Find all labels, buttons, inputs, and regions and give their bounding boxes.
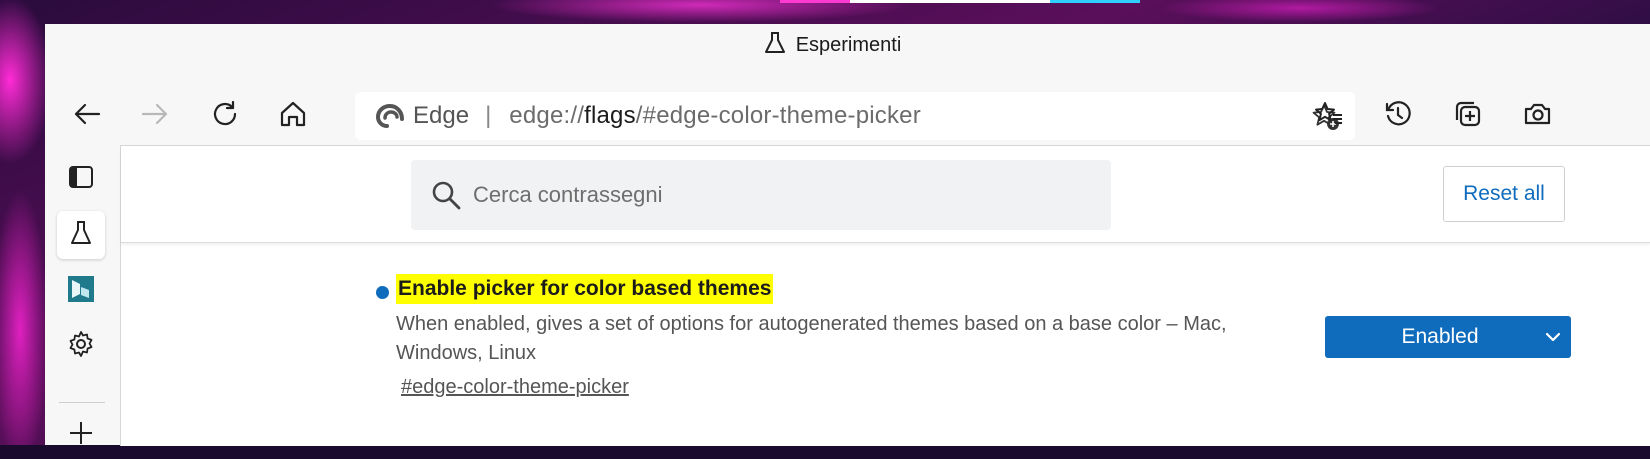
sidebar-item-bing[interactable] bbox=[57, 267, 105, 315]
modified-indicator-dot bbox=[376, 286, 389, 299]
refresh-icon bbox=[211, 100, 239, 133]
address-separator: | bbox=[485, 102, 492, 129]
history-icon bbox=[1384, 100, 1412, 133]
sidebar-item-settings[interactable] bbox=[57, 322, 105, 370]
flags-header: Reset all bbox=[121, 146, 1650, 243]
refresh-button[interactable] bbox=[203, 94, 247, 138]
edge-logo-icon bbox=[375, 101, 405, 131]
sidebar-item-experiments[interactable] bbox=[57, 211, 105, 259]
window-title: Esperimenti bbox=[764, 31, 902, 60]
forward-arrow-icon bbox=[141, 102, 169, 131]
favorites-icon bbox=[1314, 100, 1344, 133]
flask-icon bbox=[70, 220, 92, 251]
flag-permalink[interactable]: #edge-color-theme-picker bbox=[401, 376, 629, 399]
window-title-text: Esperimenti bbox=[795, 33, 902, 56]
collections-icon bbox=[1453, 100, 1483, 133]
flags-page: Reset all Enable picker for color based … bbox=[120, 145, 1650, 446]
address-bar[interactable]: Edge | edge://flags/#edge-color-theme-pi… bbox=[355, 92, 1355, 140]
back-arrow-icon bbox=[73, 102, 101, 131]
sidebar bbox=[45, 145, 120, 445]
home-icon bbox=[279, 100, 307, 133]
title-bar: Esperimenti bbox=[45, 24, 1650, 66]
back-button[interactable] bbox=[65, 94, 109, 138]
web-capture-icon bbox=[1522, 100, 1552, 133]
sidebar-divider bbox=[59, 402, 105, 403]
wallpaper-stripe bbox=[1050, 0, 1140, 3]
flask-icon bbox=[764, 31, 786, 60]
wallpaper-stripe bbox=[780, 0, 850, 3]
forward-button[interactable] bbox=[133, 94, 177, 138]
collections-button[interactable] bbox=[1446, 94, 1490, 138]
flag-entry: Enable picker for color based themes Whe… bbox=[121, 272, 1650, 442]
browser-toolbar: Edge | edge://flags/#edge-color-theme-pi… bbox=[45, 92, 1650, 144]
reset-all-button[interactable]: Reset all bbox=[1443, 166, 1565, 222]
search-input[interactable] bbox=[471, 181, 1075, 209]
flag-title: Enable picker for color based themes bbox=[396, 274, 774, 304]
history-button[interactable] bbox=[1376, 94, 1420, 138]
flag-state-value: Enabled bbox=[1401, 325, 1479, 348]
web-capture-button[interactable] bbox=[1515, 94, 1559, 138]
url-path: /#edge-color-theme-picker bbox=[635, 102, 921, 129]
plus-icon bbox=[68, 420, 94, 451]
search-icon bbox=[431, 180, 461, 210]
vertical-tabs-icon bbox=[68, 165, 94, 194]
sidebar-item-vertical-tabs[interactable] bbox=[57, 155, 105, 203]
favorites-button[interactable] bbox=[1307, 94, 1351, 138]
flag-state-select[interactable]: Enabled bbox=[1325, 316, 1571, 358]
home-button[interactable] bbox=[271, 94, 315, 138]
sidebar-add-button[interactable] bbox=[57, 411, 105, 459]
browser-window: Esperimenti Edge | edge://flags/#edge-co… bbox=[45, 24, 1650, 446]
flag-description: When enabled, gives a set of options for… bbox=[396, 313, 1227, 364]
chevron-down-icon bbox=[1535, 332, 1571, 342]
site-identity-label: Edge bbox=[413, 102, 470, 129]
bing-icon bbox=[67, 275, 95, 308]
search-box[interactable] bbox=[411, 160, 1111, 230]
gear-icon bbox=[67, 330, 95, 363]
url-text: edge://flags/#edge-color-theme-picker bbox=[509, 102, 921, 130]
url-host: flags bbox=[584, 102, 636, 129]
url-scheme: edge:// bbox=[509, 102, 585, 129]
